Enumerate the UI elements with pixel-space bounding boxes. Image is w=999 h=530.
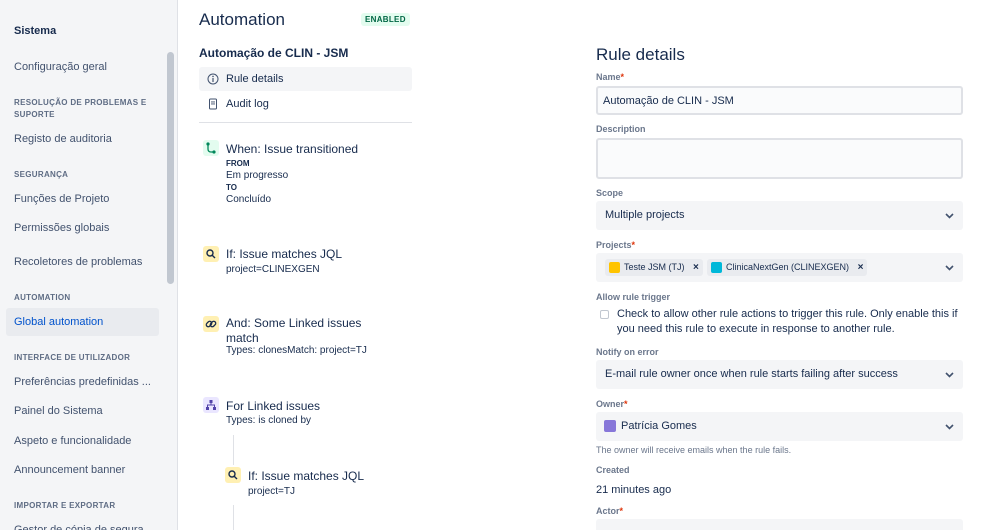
- sidebar-item-funcoes-projeto[interactable]: Funções de Projeto: [6, 185, 159, 213]
- notify-select[interactable]: E-mail rule owner once when rule starts …: [596, 360, 963, 389]
- component-nested-condition-title[interactable]: If: Issue matches JQL: [248, 469, 364, 484]
- description-label: Description: [596, 124, 646, 134]
- sidebar-section-importar: IMPORTAR E EXPORTAR: [14, 501, 116, 510]
- info-icon: [207, 73, 219, 85]
- component-nested-condition-text: project=TJ: [248, 486, 295, 497]
- actor-select[interactable]: [596, 519, 963, 530]
- component-branch-text: Types: is cloned by: [226, 415, 312, 426]
- projects-select[interactable]: Teste JSM (TJ) × ClinicaNextGen (CLINEXG…: [596, 253, 963, 282]
- sidebar-item-preferencias[interactable]: Preferências predefinidas ...: [6, 368, 159, 396]
- created-value: 21 minutes ago: [596, 484, 672, 496]
- chevron-down-icon: [945, 424, 954, 430]
- page-title: Automation: [199, 10, 285, 29]
- scope-label: Scope: [596, 188, 624, 198]
- component-trigger-to-label: TO: [226, 183, 237, 192]
- rule-name: Automação de CLIN - JSM: [199, 46, 349, 60]
- avatar: [604, 420, 616, 432]
- scope-value: Multiple projects: [605, 209, 685, 221]
- name-label: Name*: [596, 72, 625, 82]
- sidebar-item-permissoes-globais[interactable]: Permissões globais: [6, 214, 159, 242]
- status-badge: ENABLED: [361, 13, 410, 26]
- project-chip-clinexgen[interactable]: ClinicaNextGen (CLINEXGEN) ×: [707, 259, 868, 276]
- sidebar-item-global-automation[interactable]: Global automation: [6, 308, 159, 336]
- search-icon: [203, 246, 219, 262]
- component-trigger-from-label: FROM: [226, 159, 250, 168]
- nav-rule-details[interactable]: Rule details: [199, 67, 412, 91]
- component-condition-title[interactable]: If: Issue matches JQL: [226, 247, 342, 262]
- actor-label: Actor*: [596, 506, 624, 516]
- component-trigger-title[interactable]: When: Issue transitioned: [226, 142, 358, 157]
- project-chip-tj[interactable]: Teste JSM (TJ) ×: [605, 259, 703, 276]
- sidebar-section-automation: AUTOMATION: [14, 293, 71, 302]
- close-icon[interactable]: ×: [858, 262, 864, 273]
- branch-line: [233, 435, 234, 465]
- notify-value: E-mail rule owner once when rule starts …: [605, 368, 898, 380]
- search-icon: [225, 467, 241, 483]
- component-linked-title[interactable]: And: Some Linked issues match: [226, 316, 386, 346]
- sidebar-item-registo-auditoria[interactable]: Registo de auditoria: [6, 125, 159, 153]
- notify-label: Notify on error: [596, 347, 659, 357]
- chevron-down-icon: [945, 372, 954, 378]
- component-linked-text: Types: clonesMatch: project=TJ: [226, 345, 367, 356]
- sidebar-item-aspeto[interactable]: Aspeto e funcionalidade: [6, 427, 159, 455]
- sidebar-item-recoletores[interactable]: Recoletores de problemas: [6, 248, 159, 276]
- link-icon: [203, 316, 219, 332]
- name-input[interactable]: [596, 86, 963, 115]
- nav-audit-log-label: Audit log: [226, 98, 269, 110]
- close-icon[interactable]: ×: [693, 262, 699, 273]
- details-title: Rule details: [596, 45, 685, 64]
- owner-select[interactable]: Patrícia Gomes: [596, 412, 963, 441]
- sidebar-section-seguranca: SEGURANÇA: [14, 170, 69, 179]
- component-branch-title[interactable]: For Linked issues: [226, 399, 320, 414]
- sidebar-section-resolucao: RESOLUÇÃO DE PROBLEMAS E SUPORTE: [14, 98, 147, 119]
- sidebar-item-gestor-copia[interactable]: Gestor de cópia de segura...: [6, 516, 159, 530]
- sidebar: Sistema Configuração geral RESOLUÇÃO DE …: [0, 0, 178, 530]
- description-textarea[interactable]: [596, 138, 963, 179]
- divider: [199, 122, 412, 123]
- project-avatar-icon: [609, 262, 620, 273]
- nav-rule-details-label: Rule details: [226, 73, 284, 85]
- nav-audit-log[interactable]: Audit log: [199, 92, 412, 116]
- allow-trigger-checkbox[interactable]: [600, 310, 609, 319]
- scope-select[interactable]: Multiple projects: [596, 201, 963, 230]
- project-chip-label: Teste JSM (TJ): [624, 262, 685, 272]
- trigger-label: Allow rule trigger: [596, 292, 671, 302]
- created-label: Created: [596, 465, 630, 475]
- project-chip-label: ClinicaNextGen (CLINEXGEN): [726, 262, 850, 272]
- branch-icon: [203, 397, 219, 413]
- component-trigger-to: Concluído: [226, 194, 272, 205]
- component-condition-text: project=CLINEXGEN: [226, 264, 320, 275]
- trigger-icon: [203, 140, 219, 156]
- branch-line: [233, 505, 234, 530]
- owner-help-text: The owner will receive emails when the r…: [596, 445, 792, 455]
- sidebar-section-interface: INTERFACE DE UTILIZADOR: [14, 353, 131, 362]
- component-trigger-from: Em progresso: [226, 170, 289, 181]
- sidebar-scrollbar[interactable]: [167, 52, 174, 284]
- chevron-down-icon: [945, 213, 954, 219]
- sidebar-title: Sistema: [14, 25, 57, 37]
- sidebar-item-configuracao-geral[interactable]: Configuração geral: [6, 53, 159, 81]
- owner-label: Owner*: [596, 399, 628, 409]
- sidebar-item-painel-sistema[interactable]: Painel do Sistema: [6, 397, 159, 425]
- document-icon: [209, 98, 217, 110]
- project-avatar-icon: [711, 262, 722, 273]
- sidebar-item-announcement[interactable]: Announcement banner: [6, 456, 159, 484]
- projects-label: Projects*: [596, 240, 636, 250]
- allow-trigger-text: Check to allow other rule actions to tri…: [617, 308, 958, 335]
- owner-value: Patrícia Gomes: [621, 420, 697, 432]
- chevron-down-icon: [945, 265, 954, 271]
